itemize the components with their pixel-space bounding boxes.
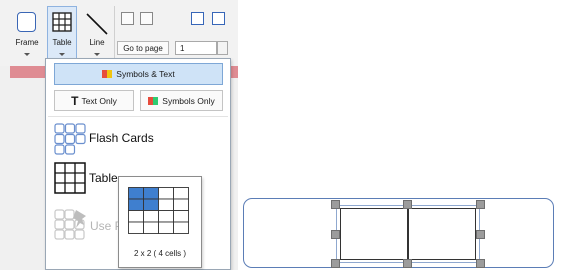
previous-page-icon[interactable] bbox=[140, 12, 153, 25]
chevron-down-icon bbox=[24, 53, 30, 56]
frame-tool-button[interactable]: Frame bbox=[10, 8, 42, 62]
picker-cell[interactable] bbox=[173, 187, 189, 200]
table-column-divider bbox=[407, 208, 409, 260]
picker-cell[interactable] bbox=[143, 221, 159, 234]
table-tool-button[interactable]: Table bbox=[47, 6, 77, 62]
resize-handle-top-left[interactable] bbox=[331, 200, 340, 209]
flash-cards-label: Flash Cards bbox=[89, 131, 154, 145]
frame-tool-label: Frame bbox=[15, 38, 39, 47]
page-spinner[interactable] bbox=[217, 41, 228, 55]
text-only-label: Text Only bbox=[81, 95, 117, 106]
picker-cell-selected[interactable] bbox=[128, 187, 144, 200]
chevron-down-icon bbox=[59, 53, 65, 56]
picker-cell[interactable] bbox=[128, 221, 144, 234]
resize-handle-top-center[interactable] bbox=[403, 200, 412, 209]
picker-cell[interactable] bbox=[173, 210, 189, 223]
next-page-icon[interactable] bbox=[191, 12, 204, 25]
resize-handle-bottom-right[interactable] bbox=[476, 259, 485, 268]
resize-handle-middle-left[interactable] bbox=[331, 230, 340, 239]
resize-handle-bottom-left[interactable] bbox=[331, 259, 340, 268]
picker-cell[interactable] bbox=[173, 221, 189, 234]
symbols-and-text-option[interactable]: Symbols & Text bbox=[54, 63, 223, 85]
resize-handle-bottom-center[interactable] bbox=[403, 259, 412, 268]
frame-icon bbox=[17, 12, 36, 32]
table-tool-label: Table bbox=[52, 38, 72, 47]
picker-cell[interactable] bbox=[173, 198, 189, 211]
first-page-icon[interactable] bbox=[121, 12, 134, 25]
page-number-input[interactable]: 1 bbox=[175, 41, 217, 55]
go-to-page-button[interactable]: Go to page bbox=[117, 41, 169, 55]
table-icon bbox=[54, 162, 86, 194]
table-size-picker: 2 x 2 ( 4 cells ) bbox=[118, 176, 202, 268]
text-icon: T bbox=[71, 93, 79, 108]
symbols-only-label: Symbols Only bbox=[162, 95, 215, 106]
symbols-text-icon bbox=[102, 70, 113, 78]
menu-divider bbox=[48, 116, 228, 117]
picker-cell-selected[interactable] bbox=[143, 198, 159, 211]
ribbon-divider bbox=[114, 6, 115, 62]
picker-cell-selected[interactable] bbox=[128, 198, 144, 211]
picker-cell-selected[interactable] bbox=[143, 187, 159, 200]
symbols-and-text-label: Symbols & Text bbox=[116, 69, 175, 79]
table-label: Table bbox=[89, 171, 118, 185]
table-grid-icon bbox=[52, 12, 72, 32]
picker-cell[interactable] bbox=[158, 210, 174, 223]
chevron-down-icon bbox=[94, 53, 100, 56]
picker-cell[interactable] bbox=[158, 198, 174, 211]
line-tool-button[interactable]: Line bbox=[81, 8, 111, 62]
symbols-icon bbox=[148, 96, 159, 105]
last-page-icon[interactable] bbox=[212, 12, 225, 25]
resize-handle-middle-right[interactable] bbox=[476, 230, 485, 239]
picker-cell[interactable] bbox=[143, 210, 159, 223]
flash-cards-item[interactable]: Flash Cards bbox=[52, 120, 224, 156]
line-tool-icon bbox=[86, 13, 108, 35]
table-size-grid[interactable] bbox=[128, 187, 190, 235]
picker-cell[interactable] bbox=[158, 221, 174, 234]
table-size-caption: 2 x 2 ( 4 cells ) bbox=[133, 249, 186, 258]
picker-cell[interactable] bbox=[128, 210, 144, 223]
resize-handle-top-right[interactable] bbox=[476, 200, 485, 209]
use-pinned-icon bbox=[54, 209, 86, 240]
line-tool-label: Line bbox=[89, 38, 105, 47]
symbols-only-option[interactable]: Symbols Only bbox=[140, 90, 223, 111]
flash-cards-icon bbox=[54, 123, 86, 155]
picker-cell[interactable] bbox=[158, 187, 174, 200]
text-only-option[interactable]: T Text Only bbox=[54, 90, 134, 111]
